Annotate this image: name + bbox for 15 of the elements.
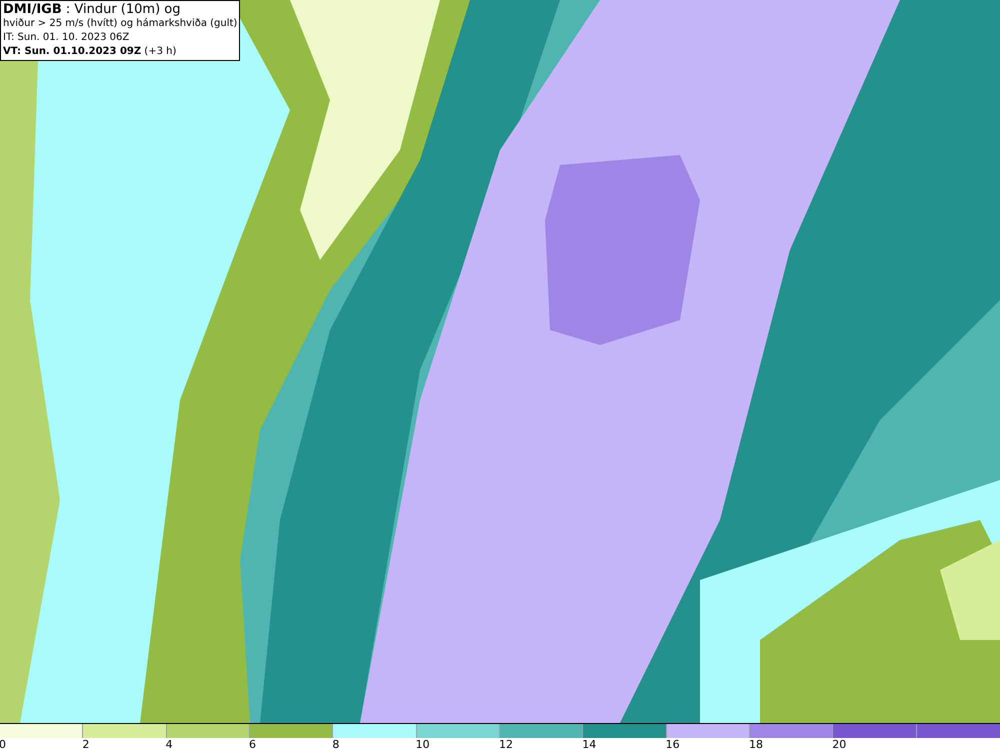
- legend-label: 4: [166, 738, 173, 752]
- legend-label: 10: [416, 738, 430, 752]
- legend-label: 8: [332, 738, 340, 752]
- legend-label: 0: [0, 738, 6, 752]
- title-line: hviður > 25 m/s (hvítt) og hámarkshviða (gult): [3, 17, 238, 31]
- legend-label: 12: [498, 738, 513, 752]
- title-line: IT: Sun. 01. 10. 2023 06Z: [3, 31, 130, 45]
- legend-label: 2: [82, 738, 90, 752]
- legend-label: 14: [582, 738, 596, 752]
- title-line: VT: Sun. 01.10.2023 09Z (+3 h): [3, 45, 178, 59]
- legend-label: 20: [832, 738, 846, 752]
- legend-label: 6: [248, 738, 256, 752]
- legend-label: 18: [748, 738, 763, 752]
- legend-label: 16: [666, 738, 680, 752]
- title-line: DMI/IGB : Vindur (10m) og: [3, 2, 182, 17]
